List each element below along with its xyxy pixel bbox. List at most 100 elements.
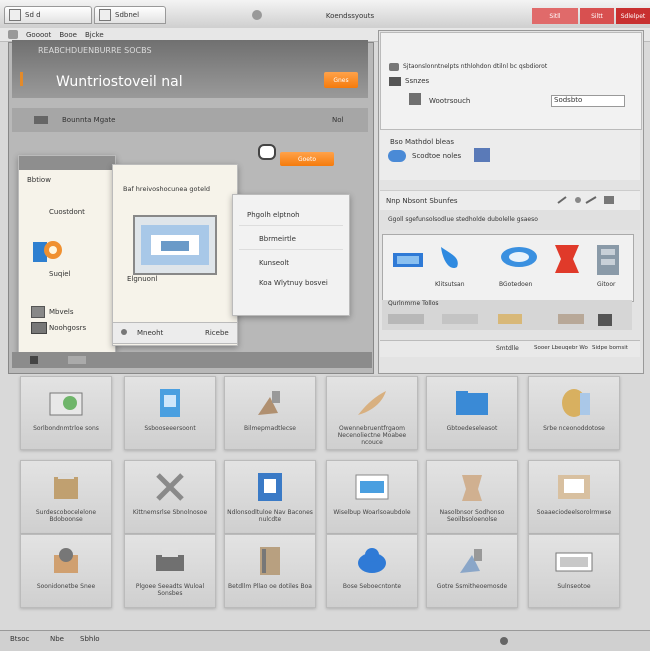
strip-label-2: BGotedoen: [499, 281, 533, 288]
popup-item-3[interactable]: Kunseolt: [259, 259, 289, 267]
camera-icon: [46, 543, 86, 579]
tile-14[interactable]: Plgoee Seeadts Wuloal Sonsbes: [124, 534, 216, 608]
right-top-text: Sjtaonslonntnelpts nthlohdon dtilnl bc q…: [403, 63, 548, 70]
thumbnail-icon[interactable]: [68, 356, 86, 364]
arrow-icon[interactable]: [30, 356, 38, 364]
server-icon[interactable]: [593, 243, 623, 277]
tile-7[interactable]: Surdescobocelelone Bdoboonse: [20, 460, 112, 534]
divider: [239, 225, 343, 226]
tile-label: Betdllm Pllao oe dotiles Boa: [228, 583, 312, 590]
status-item-2: Nbe: [50, 635, 64, 643]
window-title: Koendssyouts: [325, 12, 375, 20]
tile-4[interactable]: Owennebruentfrgaom Necenoliectne Moabee …: [326, 376, 418, 450]
popup-item-4[interactable]: Koa Wlytnuy bosvei: [259, 279, 328, 287]
thumb-1-icon[interactable]: [388, 314, 424, 324]
left-card-item-1[interactable]: Cuostdont: [49, 208, 85, 216]
maximize-button[interactable]: Siltt: [580, 8, 614, 24]
right-row-2-field[interactable]: Sodsbto: [551, 95, 625, 107]
monitor-blue-icon[interactable]: [391, 249, 427, 271]
droplet-icon[interactable]: [435, 243, 465, 273]
tile-8[interactable]: Kittnemsrlse Sbnolnosoe: [124, 460, 216, 534]
left-card-item-3[interactable]: Mbvels: [49, 308, 74, 316]
list-header: Nnp Nbsont Sbunfes: [386, 197, 458, 205]
footer-button-1[interactable]: Smtdlle: [496, 345, 526, 352]
tile-17[interactable]: Gotre Ssmitheoemosde: [426, 534, 518, 608]
strip-label-1: Klitsutsan: [435, 281, 465, 288]
tile-12[interactable]: Soaaeciodeelsorolrmwse: [528, 460, 620, 534]
right-section-sub[interactable]: Scodtoe noles: [412, 152, 461, 160]
back-icon[interactable]: [8, 30, 18, 39]
tile-label: Bilmepmadtlecse: [244, 425, 296, 432]
book-icon: [250, 543, 290, 579]
middle-button-2[interactable]: Ricebe: [205, 329, 229, 337]
footer-button-2[interactable]: Sooer Lbeuqebr Wodt: [534, 345, 588, 351]
folder-icon: [389, 77, 401, 86]
tile-10[interactable]: Wiselbup Woarlsoaubdole: [326, 460, 418, 534]
toolbar-item-1[interactable]: Goooot: [26, 31, 51, 39]
hero-button[interactable]: Gnes: [324, 72, 358, 88]
tile-label: Soonidonetbe Snee: [36, 583, 96, 590]
status-item-1: Btsoc: [10, 635, 30, 643]
preview-image-icon[interactable]: [133, 215, 217, 275]
popup-item-2[interactable]: Bbrmeirtle: [259, 235, 296, 243]
settings-icon[interactable]: [500, 637, 508, 645]
tile-5[interactable]: Gbtoedeseleasot: [426, 376, 518, 450]
chat-bubble-icon: [258, 144, 276, 160]
thumb-4-icon[interactable]: [558, 314, 584, 324]
tab-1[interactable]: Sd d: [4, 6, 92, 24]
cloud-blue-icon: [388, 150, 406, 162]
right-footer-area: Qurlnmrne Tollos: [382, 300, 632, 330]
nav-right-label[interactable]: Nol: [332, 116, 343, 124]
left-card-item-4[interactable]: Noohgosrs: [49, 324, 86, 332]
bookmark-red-icon[interactable]: [553, 243, 581, 275]
photo-icon: [46, 385, 86, 421]
tile-label: Sulnseotoe: [557, 583, 591, 590]
thumb-3-icon[interactable]: [498, 314, 522, 324]
egg-icon: [554, 385, 594, 421]
hero-title: Wuntriostoveil nal: [56, 74, 183, 90]
nav-label[interactable]: Bounnta Mgate: [62, 116, 115, 124]
link-icon[interactable]: [499, 245, 539, 269]
tile-16[interactable]: Bose Seboecntonte: [326, 534, 418, 608]
toolbar-item-2[interactable]: Booe: [59, 31, 77, 39]
tile-1[interactable]: Sorlbondnmtrloe sons: [20, 376, 112, 450]
list-sub-bar: Ggoll sgefunsolsodlue stedholde dubolell…: [380, 210, 640, 230]
tile-label: Gbtoedeseleasot: [446, 425, 498, 432]
right-row-1[interactable]: Ssnzes: [405, 77, 429, 85]
toolbar-item-3[interactable]: Bjcke: [85, 31, 104, 39]
clipboard-icon: [250, 469, 290, 505]
popup-item-1[interactable]: Phgolh elptnoh: [247, 211, 300, 219]
tile-11[interactable]: Nasolbnsor Sodhonso Seoilbsoloenolse: [426, 460, 518, 534]
thumb-2-icon[interactable]: [442, 314, 478, 324]
tile-2[interactable]: Ssbooseeersoont: [124, 376, 216, 450]
palette-icon[interactable]: [31, 236, 65, 266]
cloud-icon: [389, 63, 399, 71]
tab-1-label: Sd d: [25, 11, 41, 19]
tile-9[interactable]: Ndlonsodltuloe Nav Bacones nulcdte: [224, 460, 316, 534]
tile-label: Nasolbnsor Sodhonso Seoilbsoloenolse: [439, 509, 505, 523]
close-button[interactable]: Sdlelpet: [616, 8, 650, 24]
tile-6[interactable]: Srbe nceonoddotose: [528, 376, 620, 450]
tool-icons[interactable]: [556, 195, 616, 205]
tile-label: Sorlbondnmtrloe sons: [33, 425, 99, 432]
tile-18[interactable]: Sulnseotoe: [528, 534, 620, 608]
tile-3[interactable]: Bilmepmadtlecse: [224, 376, 316, 450]
settings-icon[interactable]: [474, 148, 490, 162]
footer-button-3[interactable]: Sidpe bomsit: [592, 345, 638, 351]
hero-subtitle: REABCHDUENBURRE SOCBS: [38, 46, 152, 55]
left-card-header: Bbtiow: [27, 176, 51, 184]
right-row-2[interactable]: Wootrsouch: [429, 97, 470, 105]
popup-action-button[interactable]: Goeto: [280, 152, 334, 166]
tile-13[interactable]: Soonidonetbe Snee: [20, 534, 112, 608]
left-card-item-2[interactable]: Suqiel: [49, 270, 71, 278]
radio-icon[interactable]: [121, 329, 127, 335]
monitor-icon: [31, 306, 45, 318]
tab-2[interactable]: Sdbnel: [94, 6, 166, 24]
camera-dark-icon[interactable]: [598, 314, 612, 326]
tile-15[interactable]: Betdllm Pllao oe dotiles Boa: [224, 534, 316, 608]
popup-menu: Phgolh elptnoh Bbrmeirtle Kunseolt Koa W…: [232, 194, 350, 316]
middle-button-1[interactable]: Mneoht: [137, 329, 163, 337]
minimize-button[interactable]: Sitll: [532, 8, 578, 24]
tile-label: Owennebruentfrgaom Necenoliectne Moabee …: [337, 425, 407, 446]
feather-icon: [352, 385, 392, 421]
